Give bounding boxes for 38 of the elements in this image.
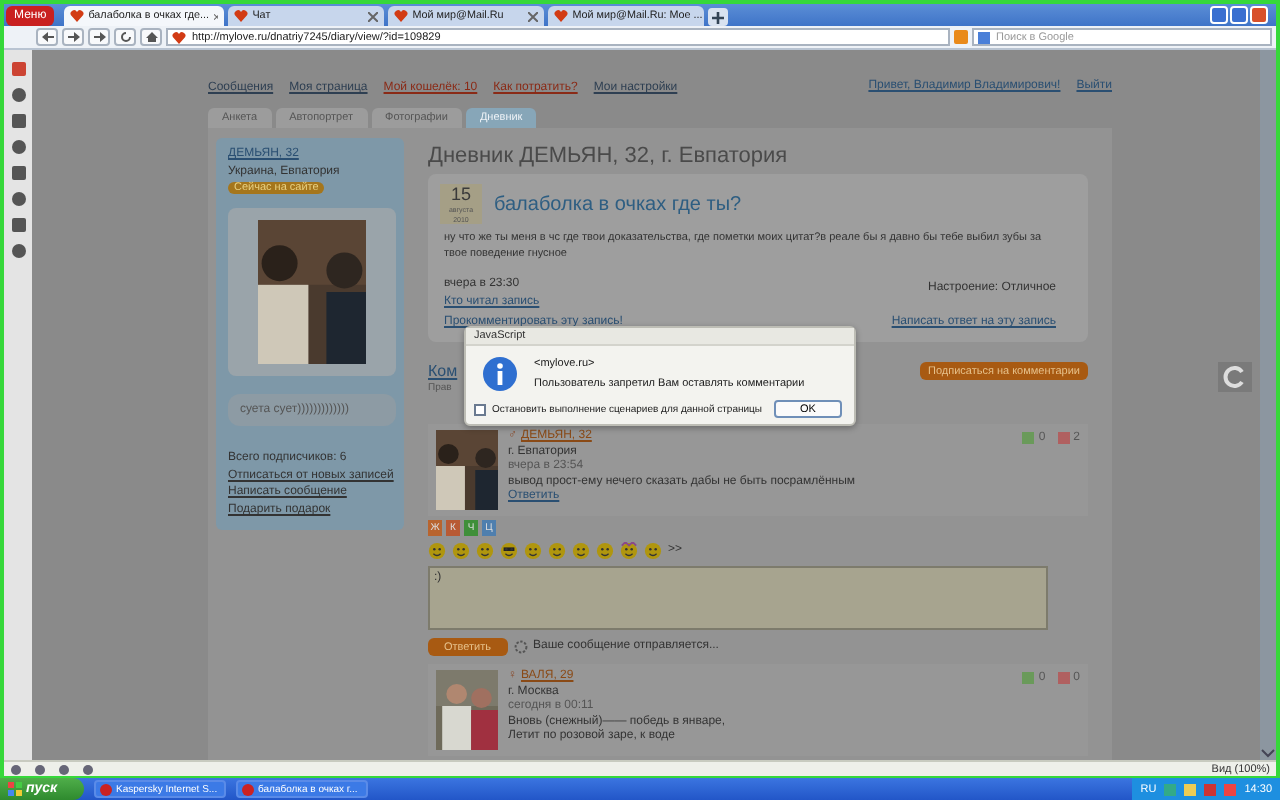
smiley-icon[interactable] <box>500 542 518 560</box>
maximize-button[interactable] <box>1230 6 1248 24</box>
heart-icon <box>554 10 569 22</box>
scroll-down-icon[interactable] <box>1260 746 1276 760</box>
reload-icon[interactable] <box>1218 362 1252 392</box>
forward-button[interactable] <box>62 28 84 46</box>
info-icon <box>482 355 518 391</box>
app-icon <box>100 783 112 795</box>
smiley-icon[interactable] <box>596 542 614 560</box>
smiley-icon[interactable] <box>548 542 566 560</box>
smiley-icon[interactable] <box>644 542 662 560</box>
back-button[interactable] <box>36 28 58 46</box>
close-button[interactable] <box>1250 6 1268 24</box>
heart-icon <box>172 31 186 43</box>
smiley-icon[interactable] <box>572 542 590 560</box>
home-button[interactable] <box>140 28 162 46</box>
entry-title: балаболка в очках где ты? <box>494 193 742 215</box>
fast-forward-button[interactable] <box>88 28 110 46</box>
spinner-icon <box>513 640 528 654</box>
minimize-button[interactable] <box>1210 6 1228 24</box>
smiley-icon[interactable] <box>428 542 446 560</box>
close-icon[interactable] <box>528 11 539 21</box>
heart-icon <box>394 10 409 22</box>
diary-title: Дневник ДЕМЬЯН, 32, г. Евпатория <box>428 144 790 168</box>
smiley-icon[interactable] <box>476 542 494 560</box>
close-icon[interactable] <box>368 11 379 21</box>
comments-heading: Ком <box>428 362 458 383</box>
smiley-icon[interactable] <box>620 542 638 560</box>
windows-logo-icon <box>8 782 22 796</box>
smiley-icon[interactable] <box>524 542 542 560</box>
stop-scripts-checkbox[interactable] <box>474 403 486 415</box>
new-tab-button[interactable] <box>708 8 729 26</box>
heart-icon <box>70 10 85 22</box>
close-icon[interactable] <box>213 11 219 21</box>
smiley-icon[interactable] <box>452 542 470 560</box>
reload-button[interactable] <box>114 28 136 46</box>
heart-icon <box>234 10 249 22</box>
app-icon <box>242 783 254 795</box>
